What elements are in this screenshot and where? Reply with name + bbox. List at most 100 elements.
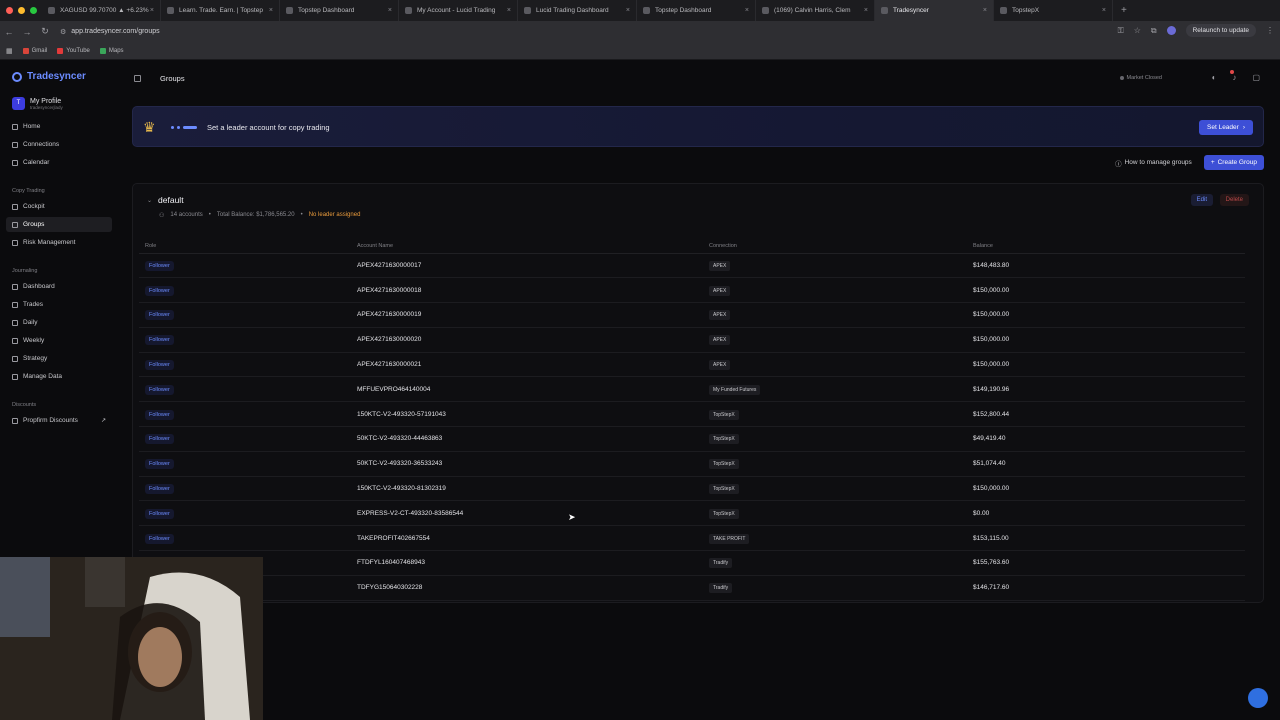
browser-tab[interactable]: Tradesyncer × (875, 0, 994, 21)
banner-message: Set a leader account for copy trading (207, 123, 330, 132)
sidebar-item-home[interactable]: Home (6, 119, 112, 134)
balance-cell: $149,190.96 (967, 376, 1245, 403)
close-tab-icon[interactable]: × (983, 7, 987, 14)
brand-logo[interactable]: Tradesyncer (12, 71, 86, 82)
close-tab-icon[interactable]: × (626, 7, 630, 14)
connection-cell: TopStepX (703, 401, 967, 428)
role-cell: Follower (139, 327, 351, 353)
create-group-button[interactable]: + Create Group (1203, 155, 1264, 170)
minimize-window-button[interactable] (18, 7, 25, 14)
sidebar-item-trades[interactable]: Trades (6, 297, 112, 312)
tab-favicon-icon (167, 7, 174, 14)
bookmark-youtube[interactable]: YouTube (57, 47, 90, 54)
close-tab-icon[interactable]: × (864, 7, 868, 14)
extensions-icon[interactable]: ⧉ (1151, 26, 1157, 36)
sidebar-item-risk-management[interactable]: Risk Management (6, 235, 112, 250)
table-row[interactable]: Follower 150KTC-V2-493320-57191043 TopStep… (139, 401, 1245, 428)
browser-tab[interactable]: My Account - Lucid Trading × (399, 0, 518, 21)
tab-favicon-icon (286, 7, 293, 14)
sidebar-item-daily[interactable]: Daily (6, 315, 112, 330)
theme-toggle-icon[interactable]: ◐ (1212, 73, 1217, 82)
close-tab-icon[interactable]: × (388, 7, 392, 14)
new-tab-button[interactable]: + (1113, 5, 1127, 16)
bookmark-maps[interactable]: Maps (99, 47, 124, 54)
bell-icon[interactable]: ♪ (1232, 73, 1236, 82)
edit-group-button[interactable]: Edit (1190, 194, 1213, 206)
browser-profile-avatar[interactable] (1166, 26, 1176, 35)
sidebar-item-connections[interactable]: Connections (6, 137, 112, 152)
bookmark-star-icon[interactable]: ☆ (1134, 26, 1141, 35)
browser-tab[interactable]: (1069) Calvin Harris, Clem × (756, 0, 875, 21)
total-balance: Total Balance: $1,786,565.20 (216, 212, 295, 218)
sidebar-item-weekly[interactable]: Weekly (6, 333, 112, 348)
relaunch-button[interactable]: Relaunch to update (1185, 24, 1256, 37)
forward-button[interactable]: → (18, 27, 36, 37)
table-row[interactable]: Follower MFFUEVPRO464140004 My Funded Futu… (139, 376, 1245, 403)
sidebar-item-propfirm-discounts[interactable]: Propfirm Discounts ↗ (6, 413, 112, 428)
browser-tab[interactable]: Learn. Trade. Earn. | Topstep × (161, 0, 280, 21)
close-tab-icon[interactable]: × (150, 7, 154, 14)
sidebar-item-groups[interactable]: Groups (6, 217, 112, 232)
close-tab-icon[interactable]: × (745, 7, 749, 14)
table-row[interactable]: FTDFYL160407468943 Tradify $155,763.60 (139, 550, 1245, 576)
sidebar-item-calendar[interactable]: Calendar (6, 155, 112, 170)
table-row[interactable]: TDFYG150640302228 Tradify $146,717.60 (139, 575, 1245, 601)
tab-favicon-icon (762, 7, 769, 14)
browser-tab[interactable]: TopstepX × (994, 0, 1113, 21)
toggle-sidebar-icon[interactable] (134, 75, 141, 82)
close-tab-icon[interactable]: × (507, 7, 511, 14)
profile-link[interactable]: T My Profile tradesyncerjlady (12, 97, 63, 110)
close-tab-icon[interactable]: × (1102, 7, 1106, 14)
table-row[interactable]: Follower 50KTC-V2-493320-36533243 TopStepX… (139, 451, 1245, 477)
table-row[interactable]: Follower APEX4271630000017 APEX $148,483.80 (139, 253, 1245, 279)
table-row[interactable]: Follower APEX4271630000021 APEX $150,000.00 (139, 352, 1245, 378)
column-header-account: Account Name (351, 240, 703, 254)
tab-title: XAGUSD 99.70700 ▲ +6.23% (60, 7, 149, 14)
browser-tab[interactable]: Topstep Dashboard × (637, 0, 756, 21)
role-cell: Follower (139, 476, 351, 502)
tab-title: Lucid Trading Dashboard (536, 7, 609, 14)
support-chat-button[interactable] (1248, 688, 1268, 708)
gauge-icon (12, 203, 18, 210)
help-icon[interactable]: ▢ (1252, 73, 1260, 82)
avatar: T (12, 97, 25, 110)
table-row[interactable]: Follower 50KTC-V2-493320-44463863 TopStepX… (139, 426, 1245, 452)
chevron-down-icon[interactable]: ⌄ (147, 197, 152, 204)
tab-title: TopstepX (1012, 7, 1040, 14)
url-field[interactable]: ⚙ app.tradesyncer.com/groups (60, 28, 160, 36)
close-tab-icon[interactable]: × (269, 7, 273, 14)
table-row[interactable]: Follower 150KTC-V2-493320-81302319 TopStep… (139, 476, 1245, 502)
table-row[interactable]: Follower TAKEPROFIT402667554 TAKE PROFIT $1… (139, 525, 1245, 552)
maximize-window-button[interactable] (30, 7, 37, 14)
bookmark-gmail[interactable]: Gmail (22, 47, 47, 54)
reload-button[interactable]: ↻ (36, 26, 54, 37)
group-header[interactable]: ⌄ default (147, 195, 184, 205)
set-leader-button[interactable]: Set Leader › (1199, 120, 1253, 135)
site-info-icon[interactable]: ⚙ (60, 28, 66, 36)
how-to-manage-groups-button[interactable]: ⓘ How to manage groups (1109, 155, 1198, 170)
role-cell: Follower (139, 426, 351, 452)
sidebar-item-cockpit[interactable]: Cockpit (6, 199, 112, 214)
key-icon[interactable]: ⚿ (1118, 26, 1124, 36)
role-badge: Follower (145, 484, 174, 495)
browser-menu-icon[interactable]: ⋮ (1266, 26, 1274, 35)
connection-badge: My Funded Futures (709, 384, 761, 395)
browser-tab[interactable]: XAGUSD 99.70700 ▲ +6.23% × (42, 0, 161, 21)
sidebar-item-dashboard[interactable]: Dashboard (6, 279, 112, 294)
table-row[interactable]: Follower APEX4271630000019 APEX $150,000.00 (139, 302, 1245, 328)
close-window-button[interactable] (6, 7, 13, 14)
sidebar-item-manage-data[interactable]: Manage Data (6, 369, 112, 384)
back-button[interactable]: ← (0, 27, 18, 37)
connection-cell: TopStepX (703, 451, 967, 477)
browser-tab[interactable]: Lucid Trading Dashboard × (518, 0, 637, 21)
table-row[interactable]: Follower APEX4271630000020 APEX $150,000.00 (139, 327, 1245, 353)
browser-tab[interactable]: Topstep Dashboard × (280, 0, 399, 21)
delete-group-button[interactable]: Delete (1219, 194, 1249, 206)
maps-icon (99, 47, 106, 54)
table-row[interactable]: Follower APEX4271630000018 APEX $150,000.00 (139, 277, 1245, 304)
table-row[interactable]: Follower EXPRESS-V2-CT-493320-83586544 Top… (139, 500, 1245, 527)
tab-favicon-icon (405, 7, 412, 14)
sidebar-item-strategy[interactable]: Strategy (6, 351, 112, 366)
connection-badge: TopStepX (709, 484, 739, 495)
apps-grid-icon[interactable]: ▦ (6, 47, 13, 55)
